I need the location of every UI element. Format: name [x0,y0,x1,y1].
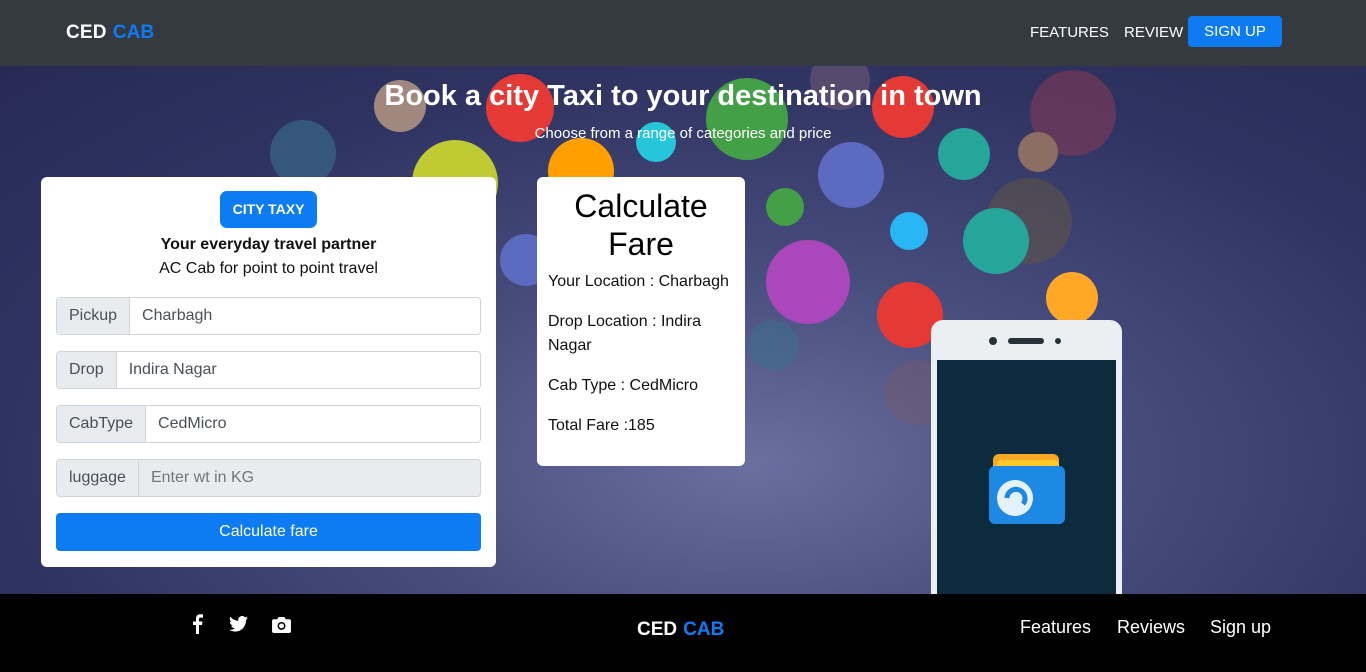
phone-sensor [1055,338,1061,344]
phone-speaker [1008,338,1044,344]
brand-part2: CAB [112,22,155,43]
footer-link-features[interactable]: Features [1020,617,1091,638]
fare-drop-location: Drop Location : Indira Nagar [548,313,701,354]
nav-link-features[interactable]: FEATURES [1030,24,1109,41]
footer-brand-part1: CED [637,619,678,640]
cloud-app-icon [963,208,1029,274]
document-app-icon [818,142,884,208]
image-app-icon [890,212,928,250]
luggage-label: luggage [57,460,139,496]
file-manager-icon [989,454,1065,524]
text-app-icon [1046,272,1098,324]
brand-part1: CED [66,22,107,43]
bg-bubble [748,320,798,370]
fare-card: Calculate Fare Your Location : Charbagh … [537,177,745,466]
footer-brand-logo[interactable]: CED CAB [637,619,724,641]
signup-button[interactable]: SIGN UP [1188,16,1282,47]
hero-title: Book a city Taxi to your destination in … [384,80,982,112]
pickup-label: Pickup [57,298,131,334]
calculate-fare-button[interactable]: Calculate fare [56,513,481,551]
luggage-field: luggage [56,459,481,497]
pickup-select[interactable]: Charbagh [130,298,480,334]
fare-location: Your Location : Charbagh [548,273,729,290]
cabtype-select[interactable]: CedMicro [146,406,480,442]
booking-card: CITY TAXY Your everyday travel partner A… [41,177,496,567]
luggage-input[interactable] [138,460,480,496]
fare-title: Calculate Fare [574,188,708,262]
drop-field: Drop Indira Nagar [56,351,481,389]
footer-link-signup[interactable]: Sign up [1210,617,1271,638]
subtagline: AC Cab for point to point travel [159,260,378,277]
hero-subtitle: Choose from a range of categories and pr… [534,125,832,142]
cabtype-field: CabType CedMicro [56,405,481,443]
footer: CED CAB Features Reviews Sign up [0,594,1366,672]
phone-screen [937,360,1116,610]
camera-icon[interactable] [272,616,291,633]
fare-total: Total Fare :185 [548,417,655,434]
tagline: Your everyday travel partner [160,236,377,253]
phone-illustration [931,320,1122,610]
city-taxy-badge[interactable]: CITY TAXY [220,191,317,228]
ftp-app-icon [766,240,850,324]
top-navbar: CED CAB FEATURES REVIEW SIGN UP [0,0,1366,66]
brand-logo[interactable]: CED CAB [66,22,154,44]
footer-link-reviews[interactable]: Reviews [1117,617,1185,638]
music-app-icon [766,188,804,226]
drop-label: Drop [57,352,117,388]
twitter-icon[interactable] [229,616,248,632]
pickup-field: Pickup Charbagh [56,297,481,335]
facebook-icon[interactable] [191,614,203,634]
fare-cab-type: Cab Type : CedMicro [548,377,698,394]
nav-link-review[interactable]: REVIEW [1124,24,1183,41]
footer-brand-part2: CAB [683,619,725,640]
drop-select[interactable]: Indira Nagar [116,352,480,388]
cabtype-label: CabType [57,406,147,442]
phone-camera [989,337,997,345]
